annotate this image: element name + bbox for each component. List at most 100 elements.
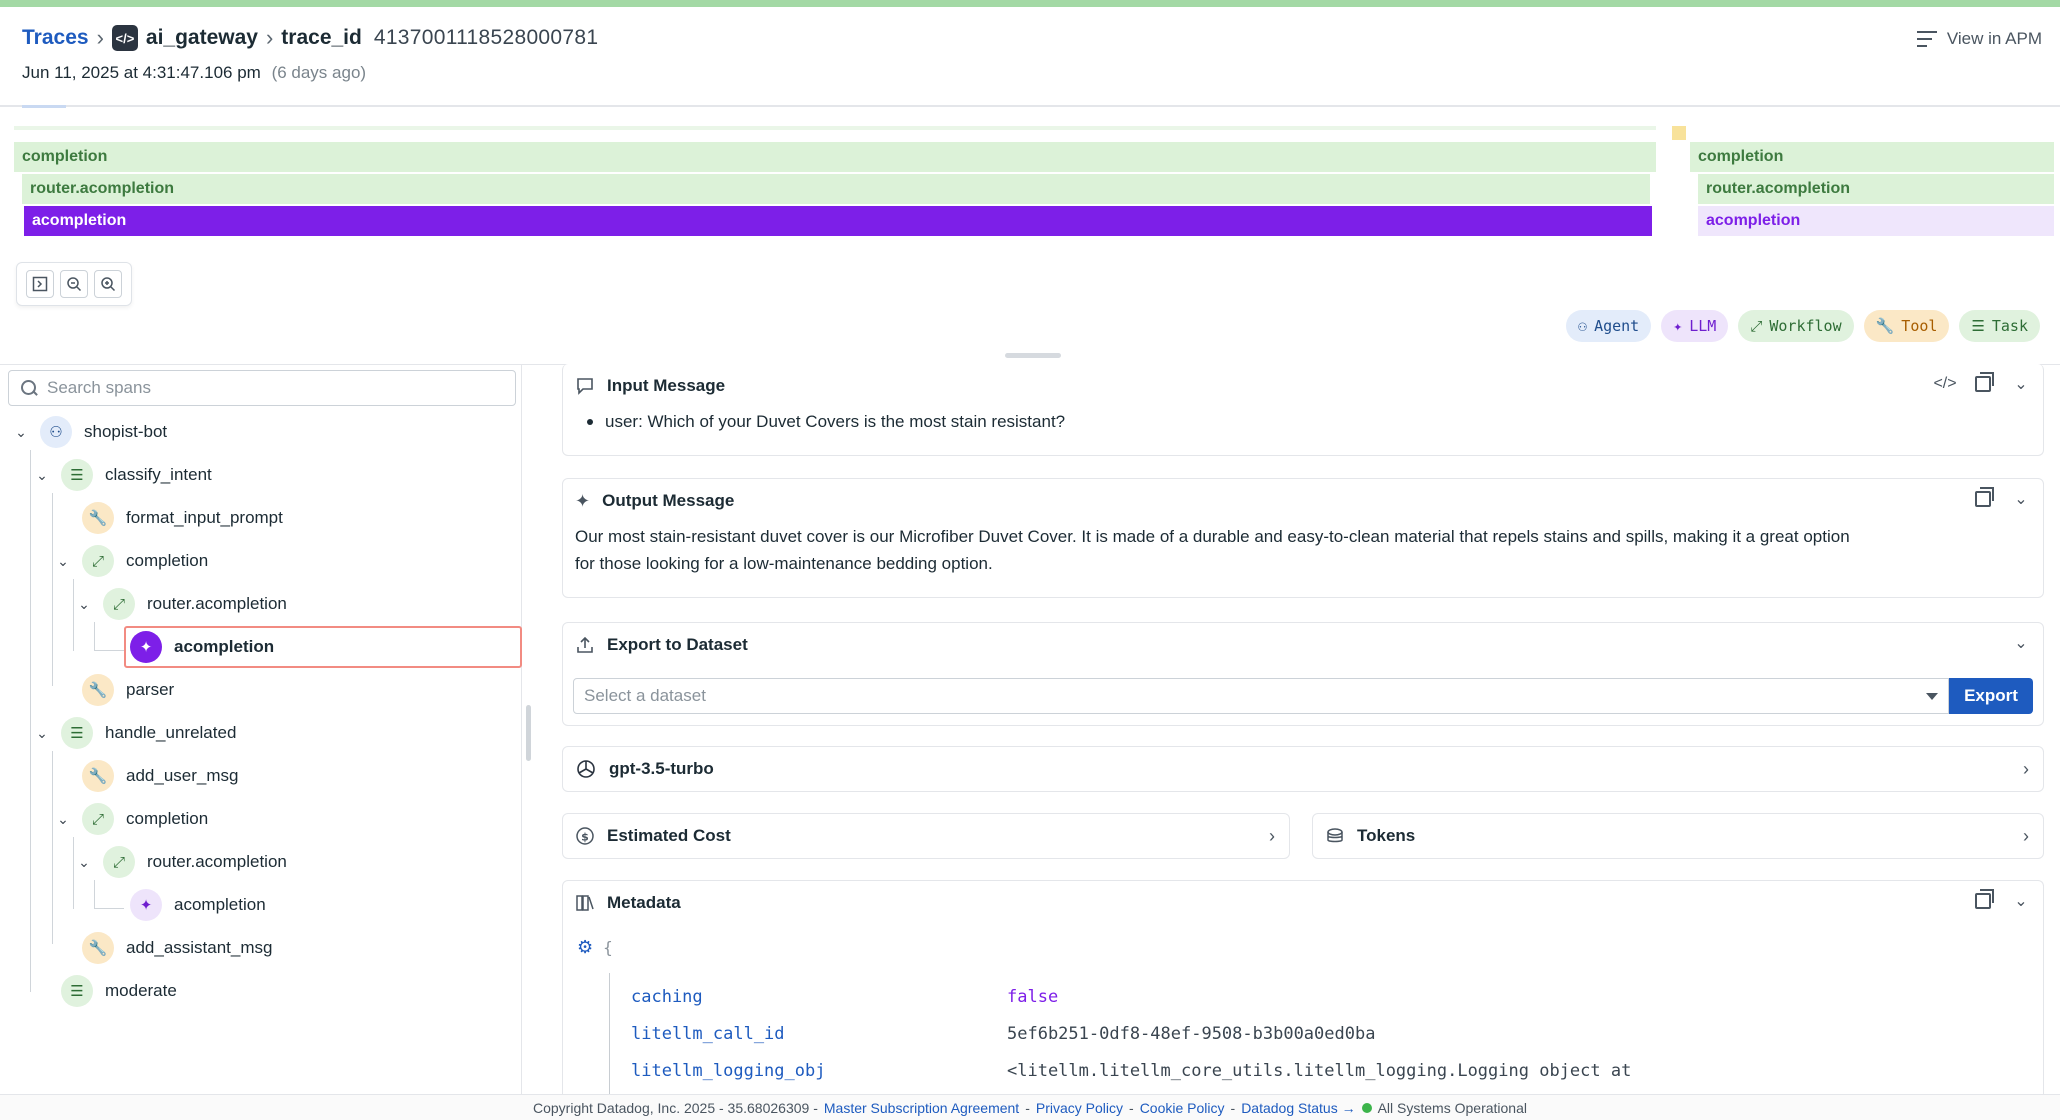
minimap-span-router-acompletion[interactable]: router.acompletion (1698, 174, 2054, 204)
chevron-down-icon[interactable]: ⌄ (54, 553, 72, 570)
resize-handle[interactable] (1005, 353, 1061, 358)
openai-icon (575, 758, 597, 780)
code-view-icon[interactable]: </> (1935, 374, 1955, 394)
tree-node-label: router.acompletion (147, 594, 287, 614)
input-message-body: user: Which of your Duvet Covers is the … (563, 408, 2043, 435)
input-message-actions: </> ⌄ (1935, 374, 2031, 394)
top-accent-bar (0, 0, 2060, 7)
legend-llm[interactable]: ✦ LLM (1661, 310, 1728, 342)
workflow-icon: ⤢ (82, 803, 114, 835)
search-spans-box[interactable] (8, 370, 516, 406)
tree-node-label: acompletion (174, 637, 274, 657)
legend-task-label: Task (1992, 317, 2028, 335)
output-message-header[interactable]: ✦ Output Message (563, 479, 2043, 523)
tree-node-classify-intent[interactable]: ⌄ ☰ classify_intent (33, 456, 212, 494)
chevron-down-icon[interactable]: ⌄ (33, 725, 51, 742)
tree-node-add-assistant-msg[interactable]: 🔧 add_assistant_msg (54, 929, 272, 967)
dataset-select[interactable]: Select a dataset (573, 678, 1949, 714)
model-header: gpt-3.5-turbo (563, 747, 2043, 791)
copy-button[interactable] (1973, 489, 1993, 509)
copy-button[interactable] (1973, 374, 1993, 394)
legend-agent-label: Agent (1594, 317, 1639, 335)
tree-node-label: router.acompletion (147, 852, 287, 872)
legend-task[interactable]: ☰ Task (1959, 310, 2040, 342)
chevron-down-icon[interactable]: ⌄ (75, 854, 93, 871)
copy-button[interactable] (1973, 891, 1993, 911)
model-card[interactable]: gpt-3.5-turbo › (562, 746, 2044, 792)
minimap-viewport-marker[interactable] (1672, 126, 1686, 140)
metadata-header[interactable]: Metadata (563, 881, 2043, 925)
export-button[interactable]: Export (1949, 678, 2033, 714)
tokens-title: Tokens (1357, 826, 1415, 846)
flame-span-completion[interactable]: completion (14, 142, 1656, 172)
export-dataset-header[interactable]: Export to Dataset (563, 623, 2043, 667)
chevron-down-icon[interactable]: ⌄ (2011, 633, 2031, 653)
legend-workflow-label: Workflow (1769, 317, 1841, 335)
chevron-down-icon[interactable]: ⌄ (12, 424, 30, 441)
minimap-span-completion[interactable]: completion (1690, 142, 2054, 172)
chevron-right-icon: › (1269, 826, 1275, 847)
gear-icon[interactable]: ⚙ (577, 937, 593, 958)
zoom-in-button[interactable] (94, 270, 122, 298)
metadata-row-value: <litellm.litellm_core_utils.litellm_logg… (1007, 1061, 1631, 1081)
tree-node-router-acompletion[interactable]: ⌄ ⤢ router.acompletion (75, 585, 287, 623)
search-icon (21, 380, 37, 396)
fit-view-button[interactable] (26, 270, 54, 298)
tree-guide (30, 450, 31, 992)
chevron-down-icon[interactable]: ⌄ (2011, 489, 2031, 509)
footer-link-status[interactable]: Datadog Status → (1241, 1100, 1355, 1116)
flame-span-acompletion[interactable]: acompletion (24, 206, 1652, 236)
tree-node-acompletion-selected[interactable]: ✦ acompletion (130, 628, 274, 666)
chevron-down-icon[interactable]: ⌄ (2011, 891, 2031, 911)
tree-scrollbar[interactable] (526, 705, 531, 761)
tree-node-format-input-prompt[interactable]: 🔧 format_input_prompt (54, 499, 283, 537)
output-message-line-1: Our most stain-resistant duvet cover is … (575, 523, 2031, 550)
sparkle-icon: ✦ (575, 491, 590, 512)
tokens-header: Tokens (1313, 814, 2043, 858)
tree-node-parser[interactable]: 🔧 parser (54, 671, 174, 709)
metadata-row-value: 5ef6b251-0df8-48ef-9508-b3b00a0ed0ba (1007, 1024, 1375, 1044)
tree-node-acompletion-2[interactable]: ✦ acompletion (130, 886, 266, 924)
trace-relative-time: (6 days ago) (272, 63, 367, 82)
tree-guide (73, 837, 74, 909)
metadata-value: 5ef6b251-0df8-48ef-9508-b3b00a0ed0ba (1007, 1024, 1375, 1044)
view-in-apm-button[interactable]: View in APM (1917, 29, 2042, 49)
tree-node-completion-2[interactable]: ⌄ ⤢ completion (54, 800, 208, 838)
tree-node-handle-unrelated[interactable]: ⌄ ☰ handle_unrelated (33, 714, 236, 752)
tree-node-add-user-msg[interactable]: 🔧 add_user_msg (54, 757, 238, 795)
breadcrumb-traces-link[interactable]: Traces (22, 26, 89, 50)
tree-node-completion[interactable]: ⌄ ⤢ completion (54, 542, 208, 580)
tree-node-router-acompletion-2[interactable]: ⌄ ⤢ router.acompletion (75, 843, 287, 881)
footer-link-msa[interactable]: Master Subscription Agreement (824, 1100, 1019, 1116)
zoom-out-button[interactable] (60, 270, 88, 298)
sparkle-icon: ✦ (130, 631, 162, 663)
tokens-card[interactable]: Tokens › (1312, 813, 2044, 859)
legend-agent[interactable]: ⚇ Agent (1566, 310, 1651, 342)
coins-icon (1325, 826, 1345, 846)
tree-guide (52, 493, 53, 686)
footer-status: All Systems Operational (1378, 1100, 1527, 1116)
tree-guide (94, 880, 95, 908)
tree-node-shopist-bot[interactable]: ⌄ ⚇ shopist-bot (12, 413, 167, 451)
upload-icon (575, 635, 595, 655)
chevron-down-icon[interactable]: ⌄ (54, 811, 72, 828)
input-message-header[interactable]: Input Message (563, 364, 2043, 408)
estimated-cost-card[interactable]: $ Estimated Cost › (562, 813, 1290, 859)
page-footer: Copyright Datadog, Inc. 2025 - 35.680263… (0, 1094, 2060, 1120)
dollar-circle-icon: $ (575, 826, 595, 846)
minimap-span-acompletion[interactable]: acompletion (1698, 206, 2054, 236)
footer-link-privacy[interactable]: Privacy Policy (1036, 1100, 1123, 1116)
tree-node-moderate[interactable]: ☰ moderate (33, 972, 177, 1010)
legend-workflow[interactable]: ⤢ Workflow (1738, 310, 1853, 342)
footer-link-cookie[interactable]: Cookie Policy (1140, 1100, 1225, 1116)
flame-span-router-acompletion[interactable]: router.acompletion (22, 174, 1650, 204)
chevron-down-icon[interactable]: ⌄ (33, 467, 51, 484)
chevron-down-icon[interactable]: ⌄ (2011, 374, 2031, 394)
search-spans-input[interactable] (47, 378, 487, 398)
legend-tool[interactable]: 🔧 Tool (1864, 310, 1950, 342)
flame-graph-ruler (14, 126, 1656, 130)
chevron-down-icon[interactable]: ⌄ (75, 596, 93, 613)
breadcrumb-service[interactable]: ai_gateway (146, 26, 258, 50)
tree-node-label: moderate (105, 981, 177, 1001)
wrench-icon: 🔧 (1876, 317, 1895, 335)
